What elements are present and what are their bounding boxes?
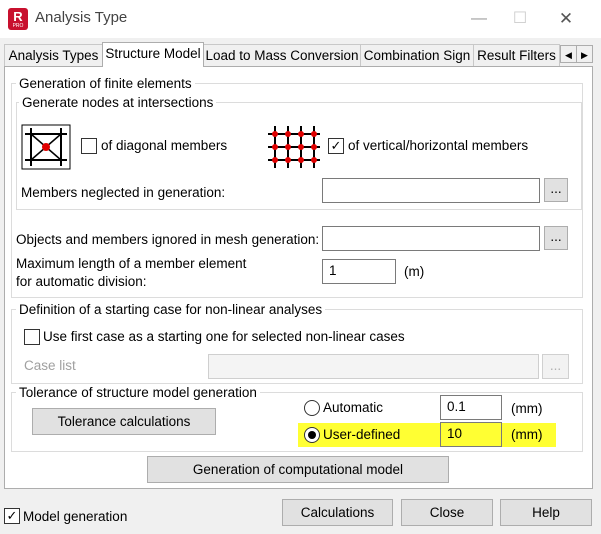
use-first-case-label: Use first case as a starting one for sel… <box>43 329 405 344</box>
app-logo-sub: PRO <box>12 23 24 29</box>
nodes-intersections-group-title: Generate nodes at intersections <box>19 95 217 110</box>
members-neglected-input[interactable] <box>322 178 540 203</box>
app-logo-letter: R <box>13 9 23 24</box>
vertical-horizontal-grid-icon <box>268 126 320 168</box>
tab-scroll-left-button[interactable]: ◀ <box>560 45 577 63</box>
automatic-tolerance-input[interactable]: 0.1 <box>440 395 502 420</box>
model-generation-label: Model generation <box>23 509 128 524</box>
user-defined-tolerance-input[interactable]: 10 <box>440 422 502 447</box>
objects-ignored-input[interactable] <box>322 226 540 251</box>
case-list-input[interactable] <box>208 354 539 379</box>
use-first-case-checkbox[interactable] <box>24 329 40 345</box>
minimize-button[interactable]: — <box>456 0 502 38</box>
max-length-label-line2: for automatic division: <box>16 274 147 289</box>
objects-ignored-browse-button[interactable]: ... <box>544 226 568 250</box>
tolerance-calculations-button[interactable]: Tolerance calculations <box>32 408 216 435</box>
maximize-button[interactable]: ☐ <box>497 0 543 38</box>
close-window-button[interactable]: ✕ <box>543 0 589 38</box>
tab-scroll-right-button[interactable]: ▶ <box>576 45 593 63</box>
generate-computational-model-button[interactable]: Generation of computational model <box>147 456 449 483</box>
close-button[interactable]: Close <box>401 499 493 526</box>
case-list-browse-button[interactable]: ... <box>542 354 569 379</box>
diagonal-members-checkbox[interactable] <box>81 138 97 154</box>
user-defined-label: User-defined <box>323 427 401 442</box>
tab-structure-model[interactable]: Structure Model <box>102 42 204 67</box>
case-list-label: Case list <box>24 358 76 373</box>
tab-result-filters[interactable]: Result Filters <box>473 44 560 66</box>
tab-combination-sign[interactable]: Combination Sign <box>360 44 474 66</box>
user-defined-radio[interactable] <box>304 427 320 443</box>
max-length-input[interactable]: 1 <box>322 259 396 284</box>
max-length-unit: (m) <box>404 264 425 279</box>
automatic-unit: (mm) <box>511 401 543 416</box>
finite-elements-group-title: Generation of finite elements <box>16 76 195 91</box>
starting-case-group-title: Definition of a starting case for non-li… <box>16 302 326 317</box>
members-neglected-label: Members neglected in generation: <box>21 185 226 200</box>
app-logo-icon: R PRO <box>8 8 28 30</box>
calculations-button[interactable]: Calculations <box>282 499 393 526</box>
model-generation-checkbox[interactable]: ✓ <box>4 508 20 524</box>
objects-ignored-label: Objects and members ignored in mesh gene… <box>16 232 320 247</box>
user-defined-unit: (mm) <box>511 427 543 442</box>
diagonal-grid-icon <box>21 124 71 170</box>
automatic-radio[interactable] <box>304 400 320 416</box>
vertical-horizontal-members-label: of vertical/horizontal members <box>348 138 529 153</box>
help-button[interactable]: Help <box>500 499 592 526</box>
tolerance-group-title: Tolerance of structure model generation <box>16 385 260 400</box>
max-length-label-line1: Maximum length of a member element <box>16 256 247 271</box>
automatic-label: Automatic <box>323 400 384 415</box>
members-neglected-browse-button[interactable]: ... <box>544 178 568 202</box>
diagonal-members-label: of diagonal members <box>101 138 228 153</box>
tab-load-to-mass-conversion[interactable]: Load to Mass Conversion <box>203 44 361 66</box>
tab-analysis-types[interactable]: Analysis Types <box>4 44 103 66</box>
vertical-horizontal-members-checkbox[interactable]: ✓ <box>328 138 344 154</box>
window-title: Analysis Type <box>35 9 128 26</box>
